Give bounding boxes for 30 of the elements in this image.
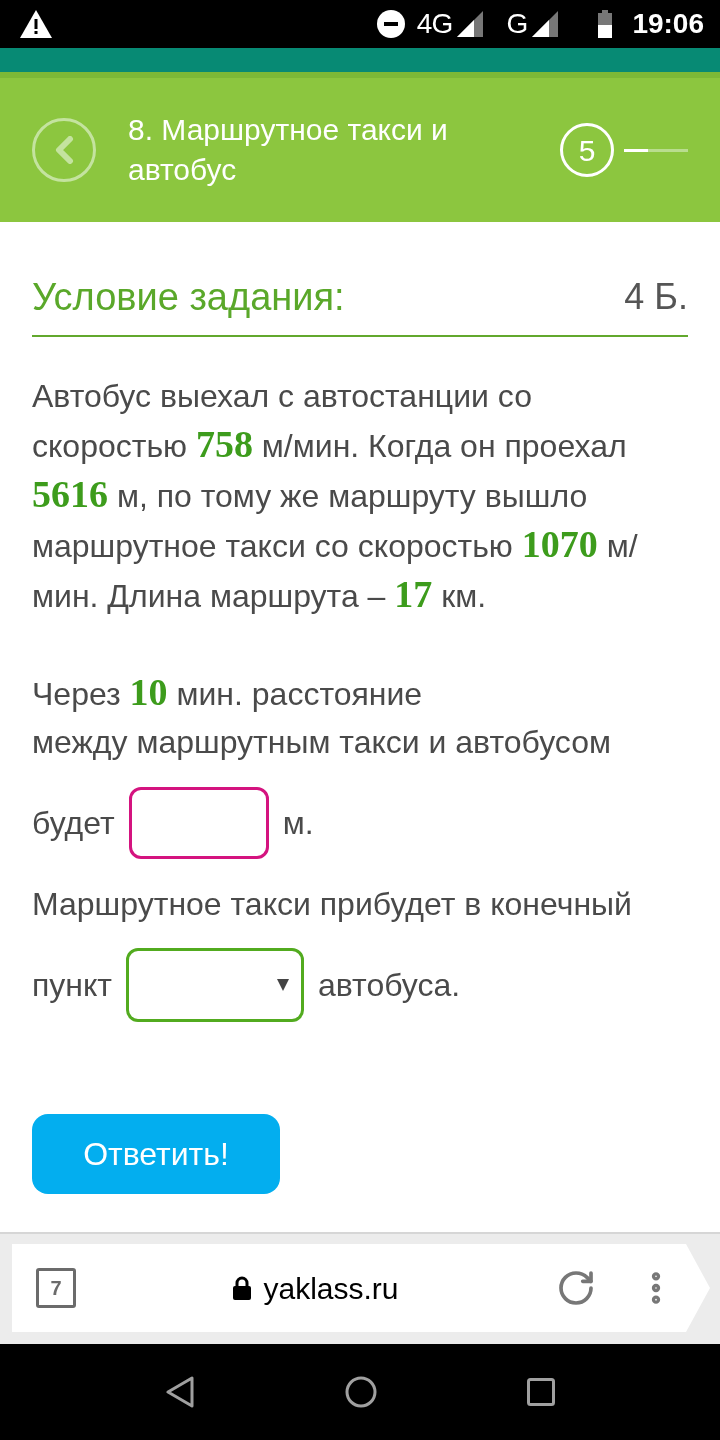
network-type-text: 4G xyxy=(416,7,453,41)
network-type-text: G xyxy=(506,7,529,41)
clock-text: 19:06 xyxy=(632,7,704,41)
back-nav-icon[interactable] xyxy=(165,1376,195,1408)
question-text: Через 10 мин. расстояние между маршрутным такси и автобусом xyxy=(32,670,612,762)
tab-count-button[interactable]: 7 xyxy=(36,1268,76,1308)
reload-icon[interactable] xyxy=(556,1268,596,1308)
answer-select-field[interactable] xyxy=(126,948,304,1022)
question-text: м. xyxy=(282,804,314,843)
task-heading: Условие задания: xyxy=(32,275,345,320)
question-text: автобуса. xyxy=(318,966,461,1005)
signal-icon xyxy=(532,11,559,37)
question-text: Маршрутное такси прибудет в конечный xyxy=(32,885,633,924)
recents-nav-icon[interactable] xyxy=(527,1378,555,1406)
url-text[interactable]: yaklass.ru xyxy=(263,1265,399,1311)
question-text: будет xyxy=(32,804,115,843)
caret-icon xyxy=(277,979,289,991)
points-text: 4 Б. xyxy=(624,275,688,319)
step-number: 5 xyxy=(560,123,614,177)
answer-input-field[interactable] xyxy=(128,787,269,859)
do-not-disturb-icon xyxy=(376,10,405,38)
battery-icon xyxy=(598,10,613,38)
question-text: пункт xyxy=(32,966,112,1005)
warning-icon xyxy=(20,10,52,38)
home-nav-icon[interactable] xyxy=(345,1376,377,1408)
chevron-left-icon xyxy=(53,136,75,164)
lesson-title: 8. Маршрутное такси и автобус xyxy=(128,112,449,188)
task-text: Автобус выехал с автостанции со скоростью 758 м/мин. Когда он проехал 5616 м, по тому же маршруту вышло маршрутное такси со скоростью 1070 м/ мин. Длина маршрута – 17 км. xyxy=(32,377,639,617)
signal-icon xyxy=(456,11,483,37)
lock-icon xyxy=(233,1276,252,1300)
